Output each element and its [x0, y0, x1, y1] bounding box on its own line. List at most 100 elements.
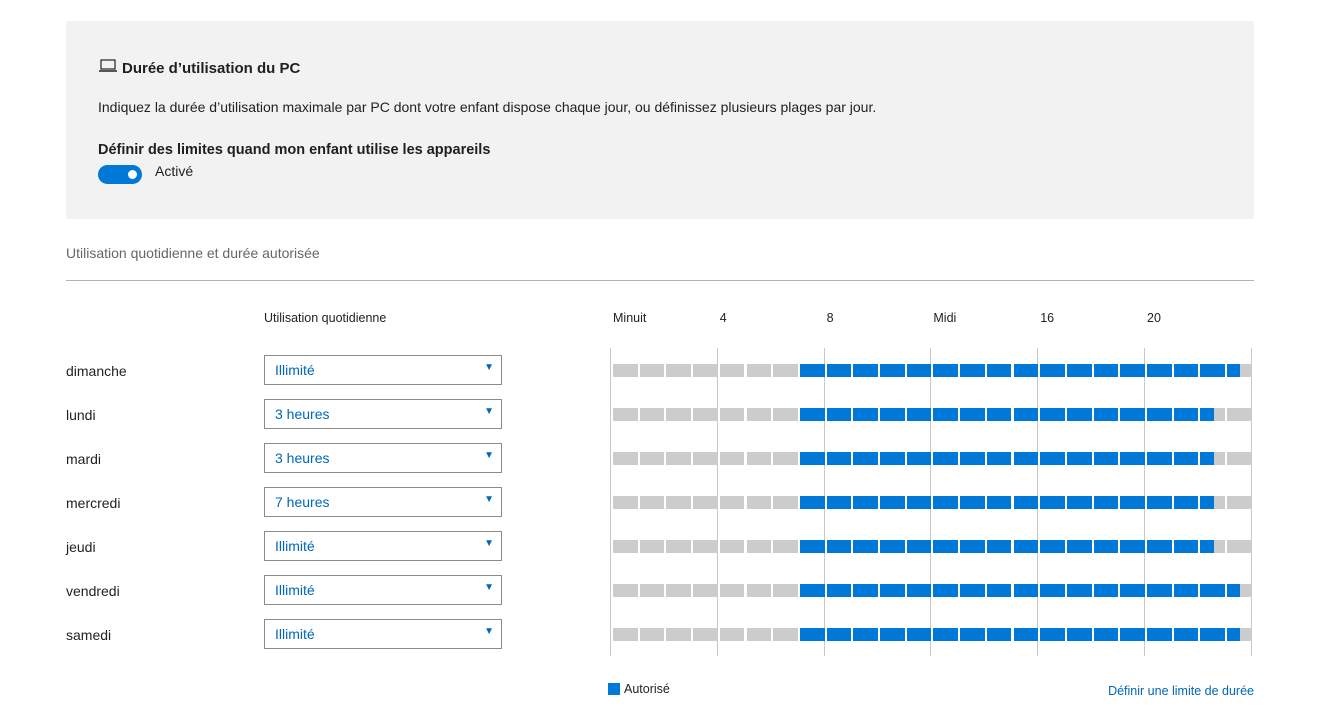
- schedule-slot-allowed[interactable]: [1147, 628, 1161, 641]
- schedule-slot-allowed[interactable]: [893, 628, 905, 641]
- schedule-slot-allowed[interactable]: [880, 540, 894, 553]
- schedule-slot-allowed[interactable]: [906, 628, 921, 641]
- schedule-slot-blocked[interactable]: [693, 364, 707, 377]
- schedule-slot-blocked[interactable]: [626, 628, 638, 641]
- schedule-slot-blocked[interactable]: [679, 408, 692, 421]
- schedule-slot-blocked[interactable]: [626, 496, 638, 509]
- schedule-slot-allowed[interactable]: [1106, 364, 1119, 377]
- schedule-slot-blocked[interactable]: [653, 540, 665, 553]
- schedule-slot-allowed[interactable]: [1000, 628, 1012, 641]
- schedule-slot-allowed[interactable]: [1026, 628, 1039, 641]
- schedule-slot-allowed[interactable]: [893, 408, 905, 421]
- schedule-slot-allowed[interactable]: [1173, 584, 1188, 597]
- schedule-slot-allowed[interactable]: [866, 452, 878, 465]
- schedule-slot-allowed[interactable]: [839, 628, 852, 641]
- schedule-slot-allowed[interactable]: [813, 628, 825, 641]
- schedule-slot-allowed[interactable]: [1040, 540, 1055, 553]
- schedule-slot-allowed[interactable]: [813, 408, 825, 421]
- schedule-slot-blocked[interactable]: [693, 452, 707, 465]
- schedule-slot-allowed[interactable]: [1173, 496, 1188, 509]
- schedule-slot-blocked[interactable]: [679, 584, 692, 597]
- schedule-slot-blocked[interactable]: [639, 584, 654, 597]
- schedule-slot-blocked[interactable]: [639, 540, 654, 553]
- schedule-slot-blocked[interactable]: [613, 408, 627, 421]
- schedule-slot-allowed[interactable]: [1093, 584, 1108, 597]
- schedule-slot-allowed[interactable]: [1080, 628, 1092, 641]
- schedule-slot-allowed[interactable]: [906, 452, 921, 465]
- schedule-slot-allowed[interactable]: [1120, 540, 1135, 553]
- schedule-slot-allowed[interactable]: [1120, 584, 1135, 597]
- schedule-slot-allowed[interactable]: [1173, 408, 1188, 421]
- schedule-slot-blocked[interactable]: [679, 452, 692, 465]
- schedule-slot-allowed[interactable]: [893, 364, 905, 377]
- schedule-slot-allowed[interactable]: [960, 496, 974, 509]
- schedule-slot-blocked[interactable]: [1227, 496, 1241, 509]
- schedule-slot-allowed[interactable]: [1093, 408, 1108, 421]
- schedule-slot-allowed[interactable]: [1013, 540, 1028, 553]
- daily-limit-dropdown[interactable]: Illimité ▼: [264, 575, 502, 605]
- schedule-slot-blocked[interactable]: [773, 364, 788, 377]
- schedule-slot-blocked[interactable]: [733, 540, 745, 553]
- schedule-slot-allowed[interactable]: [1187, 408, 1199, 421]
- daily-limit-dropdown[interactable]: Illimité ▼: [264, 355, 502, 385]
- schedule-slot-blocked[interactable]: [666, 364, 681, 377]
- schedule-slot-allowed[interactable]: [933, 364, 948, 377]
- schedule-slot-allowed[interactable]: [853, 364, 868, 377]
- schedule-slot-allowed[interactable]: [799, 628, 814, 641]
- schedule-slot-allowed[interactable]: [1173, 628, 1188, 641]
- schedule-slot-blocked[interactable]: [719, 364, 734, 377]
- schedule-slot-allowed[interactable]: [1106, 540, 1119, 553]
- schedule-slot-allowed[interactable]: [813, 540, 825, 553]
- schedule-slot-blocked[interactable]: [1227, 540, 1241, 553]
- schedule-slot-blocked[interactable]: [613, 496, 627, 509]
- schedule-slot-allowed[interactable]: [813, 452, 825, 465]
- schedule-slot-allowed[interactable]: [1053, 496, 1065, 509]
- schedule-slot-allowed[interactable]: [1053, 628, 1065, 641]
- schedule-slot-allowed[interactable]: [799, 540, 814, 553]
- schedule-slot-allowed[interactable]: [986, 364, 1001, 377]
- schedule-slot-allowed[interactable]: [1040, 452, 1055, 465]
- schedule-slot-allowed[interactable]: [986, 628, 1001, 641]
- schedule-slot-blocked[interactable]: [746, 584, 761, 597]
- schedule-slot-allowed[interactable]: [933, 628, 948, 641]
- schedule-slot-blocked[interactable]: [1240, 364, 1252, 377]
- schedule-slot-allowed[interactable]: [1066, 408, 1081, 421]
- schedule-slot-allowed[interactable]: [1013, 408, 1028, 421]
- schedule-slot-allowed[interactable]: [933, 408, 948, 421]
- schedule-slot-allowed[interactable]: [1200, 496, 1215, 509]
- schedule-slot-allowed[interactable]: [1080, 584, 1092, 597]
- schedule-slot-blocked[interactable]: [626, 452, 638, 465]
- schedule-slot-blocked[interactable]: [613, 628, 627, 641]
- schedule-slot-allowed[interactable]: [880, 628, 894, 641]
- schedule-slot-allowed[interactable]: [1200, 364, 1215, 377]
- schedule-slot-allowed[interactable]: [1040, 628, 1055, 641]
- schedule-slot-blocked[interactable]: [639, 496, 654, 509]
- schedule-slot-allowed[interactable]: [1160, 408, 1172, 421]
- schedule-slot-blocked[interactable]: [733, 584, 745, 597]
- schedule-slot-blocked[interactable]: [653, 496, 665, 509]
- limits-toggle[interactable]: [98, 165, 142, 184]
- schedule-slot-allowed[interactable]: [1213, 364, 1226, 377]
- schedule-slot-blocked[interactable]: [639, 452, 654, 465]
- schedule-slot-blocked[interactable]: [653, 584, 665, 597]
- schedule-slot-blocked[interactable]: [666, 584, 681, 597]
- schedule-slot-allowed[interactable]: [1147, 496, 1161, 509]
- schedule-slot-allowed[interactable]: [893, 540, 905, 553]
- schedule-slot-allowed[interactable]: [799, 584, 814, 597]
- schedule-slot-blocked[interactable]: [613, 584, 627, 597]
- schedule-slot-blocked[interactable]: [759, 540, 772, 553]
- schedule-slot-allowed[interactable]: [960, 540, 974, 553]
- schedule-slot-allowed[interactable]: [1213, 584, 1226, 597]
- schedule-slot-allowed[interactable]: [1053, 408, 1065, 421]
- schedule-slot-allowed[interactable]: [1080, 540, 1092, 553]
- schedule-slot-blocked[interactable]: [733, 408, 745, 421]
- schedule-slot-allowed[interactable]: [893, 496, 905, 509]
- schedule-slot-allowed[interactable]: [1200, 452, 1215, 465]
- schedule-slot-allowed[interactable]: [1160, 540, 1172, 553]
- schedule-slot-allowed[interactable]: [933, 496, 948, 509]
- schedule-slot-blocked[interactable]: [786, 628, 798, 641]
- schedule-slot-allowed[interactable]: [839, 408, 852, 421]
- schedule-slot-allowed[interactable]: [920, 452, 932, 465]
- schedule-slot-allowed[interactable]: [880, 584, 894, 597]
- schedule-slot-blocked[interactable]: [693, 584, 707, 597]
